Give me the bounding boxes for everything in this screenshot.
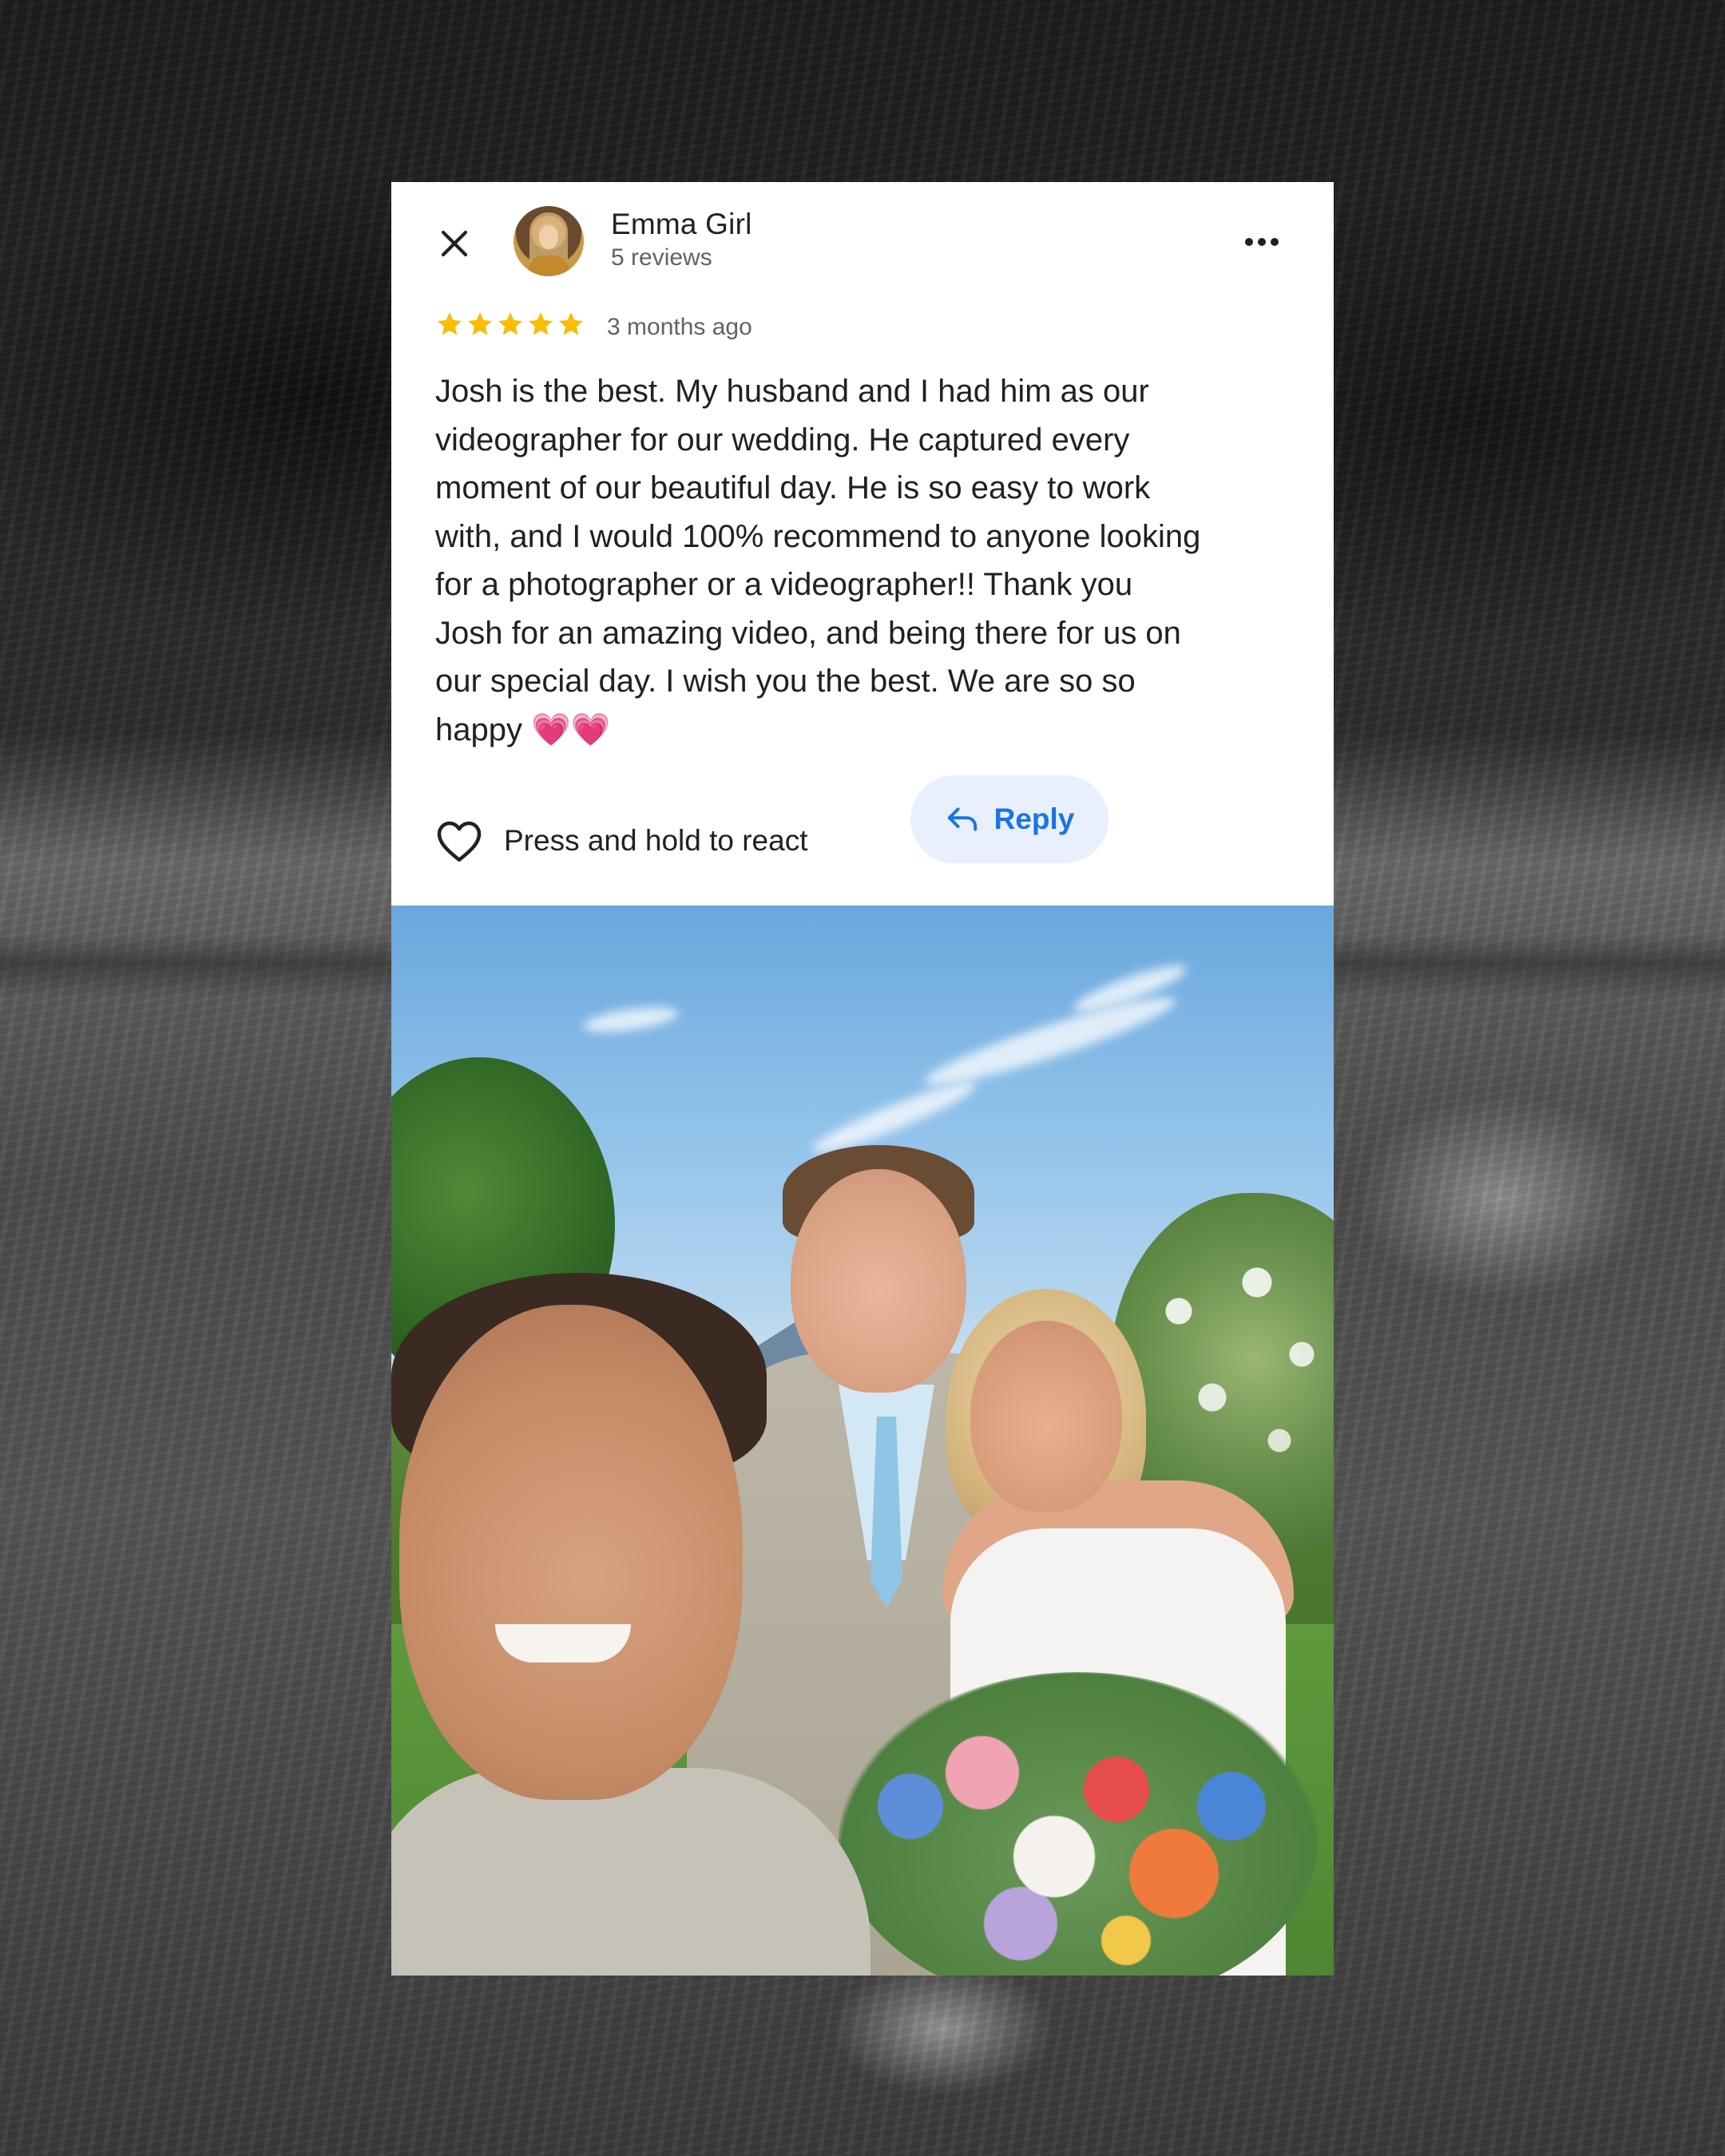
review-card: Emma Girl 5 reviews 3 months ago Josh is… — [391, 182, 1334, 906]
hedge-blossoms — [1134, 1225, 1334, 1512]
more-options-button[interactable] — [1238, 222, 1286, 262]
react-label: Press and hold to react — [504, 824, 808, 857]
avatar-face — [539, 225, 558, 249]
close-icon — [441, 230, 468, 257]
react-button[interactable]: Press and hold to react — [435, 797, 866, 885]
review-text: Josh is the best. My husband and I had h… — [435, 374, 1201, 747]
star-icon — [529, 312, 553, 335]
bride-face — [970, 1321, 1122, 1512]
star-icon — [559, 312, 583, 335]
avatar[interactable] — [514, 206, 584, 276]
videographer-smile — [495, 1624, 631, 1663]
reply-arrow-icon — [947, 807, 977, 831]
sky-cloud — [919, 985, 1181, 1098]
sky-cloud — [581, 1002, 680, 1037]
groom-face — [791, 1169, 966, 1393]
review-photo[interactable] — [391, 906, 1334, 1976]
avatar-top — [528, 256, 569, 276]
reply-button[interactable]: Reply — [910, 775, 1108, 863]
reply-label: Reply — [993, 803, 1075, 835]
reviewer-review-count: 5 reviews — [611, 244, 712, 271]
star-rating — [435, 310, 585, 339]
star-icon — [438, 312, 462, 335]
close-button[interactable] — [430, 219, 479, 268]
heart-outline-icon — [437, 821, 482, 862]
reviewer-name[interactable]: Emma Girl — [611, 208, 752, 241]
star-icon — [498, 312, 522, 335]
videographer-face — [399, 1305, 743, 1800]
star-icon — [468, 312, 492, 335]
more-horizontal-icon — [1245, 238, 1279, 246]
review-date: 3 months ago — [607, 314, 752, 340]
